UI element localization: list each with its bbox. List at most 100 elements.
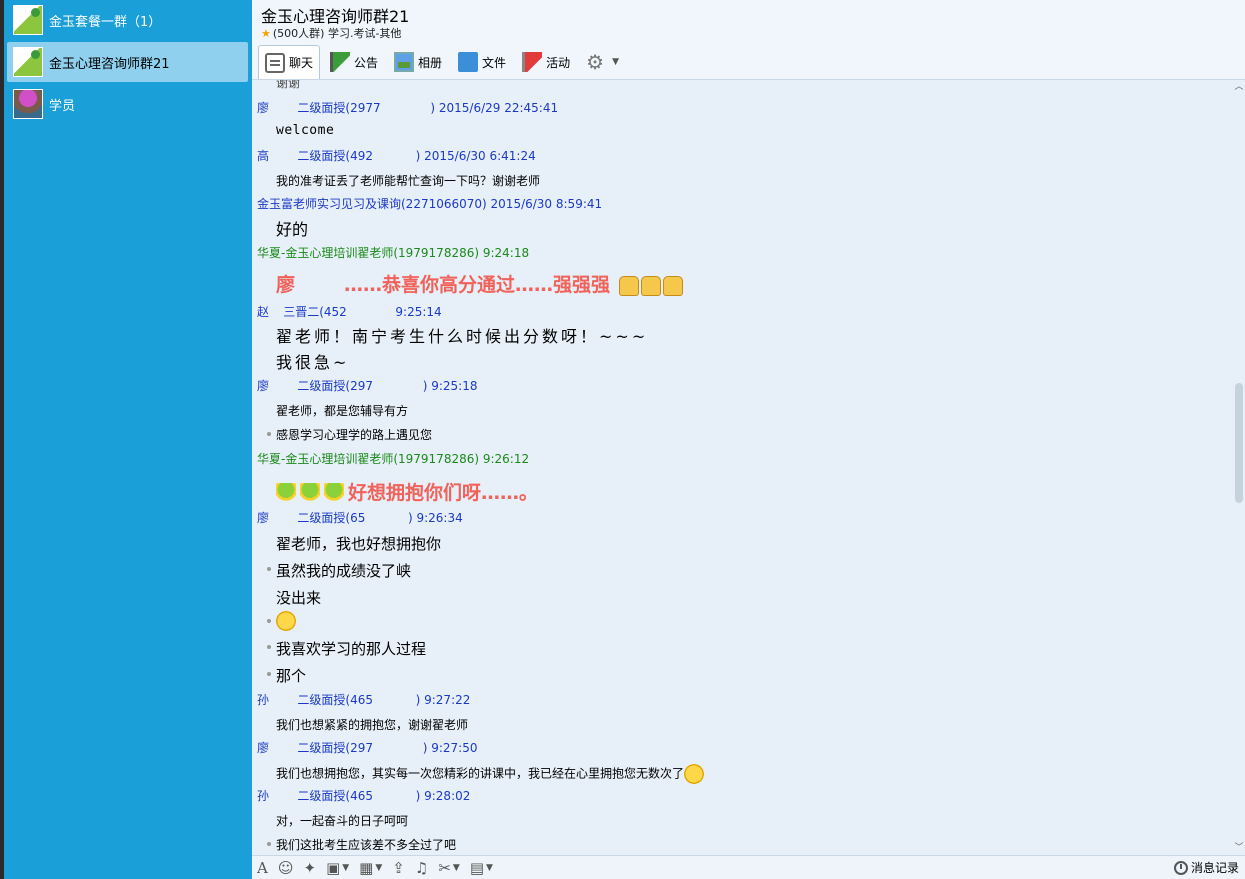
thumbs-up-icon: [662, 275, 683, 296]
sender-group: 二级面授(465: [297, 789, 374, 803]
conversation-item-student[interactable]: 学员: [7, 84, 248, 124]
tab-chat[interactable]: 聊天: [258, 45, 321, 79]
chat-header: 金玉心理咨询师群21 ★ (500人群) 学习.考试-其他 聊天 公告 相册 文…: [252, 0, 1245, 80]
notice-flag-icon: [330, 52, 351, 72]
message-sender: 赵xx三晋二(452xxxxxx 9:25:14: [257, 303, 442, 320]
group-logo-icon: [13, 5, 43, 35]
bullet-dot: [267, 619, 271, 623]
scroll-up-icon[interactable]: ︿: [1233, 82, 1245, 92]
sender-group: 二级面授(465: [297, 693, 374, 707]
clock-icon: [1173, 860, 1188, 875]
scissors-icon[interactable]: ✂ ▼: [433, 857, 465, 879]
emoji-icon[interactable]: ☺: [273, 857, 299, 879]
message-time: 9:26:12: [479, 452, 530, 466]
message-text: 好的: [276, 220, 309, 239]
message-sender: 廖xxxx二级面授(65xxxxxx) 9:26:34: [257, 509, 463, 526]
redacted-block: xxxxxx: [346, 305, 390, 319]
redacted-block: xxxx: [269, 101, 298, 115]
conversation-item-group1[interactable]: 金玉套餐一群（1）: [7, 0, 248, 40]
image-icon[interactable]: ▦ ▼: [354, 857, 387, 879]
music-icon[interactable]: ♫: [410, 857, 433, 879]
sender-group: 二级面授(297: [297, 379, 374, 393]
upload-icon[interactable]: ⇪: [387, 857, 410, 879]
sender-group: 二级面授(2977: [297, 101, 381, 115]
message-text: 我们也想拥抱您，其实每一次您精彩的讲课中，我已经在心里拥抱您无数次了: [276, 764, 705, 784]
message-history-button[interactable]: 消息记录: [1173, 859, 1239, 876]
redacted-block: xxxx: [269, 149, 298, 163]
settings-menu-button[interactable]: ⚙ ▼: [580, 46, 625, 78]
conversation-name: 金玉心理咨询师群21: [49, 56, 170, 72]
sender-name: 华夏-金玉心理培训翟老师(1979178286): [257, 452, 480, 466]
gear-icon: ⚙: [586, 50, 605, 74]
redacted-block: xxxxxx: [365, 511, 408, 525]
group-info-text: (500人群) 学习.考试-其他: [272, 27, 402, 40]
message-text: 没出来: [276, 589, 322, 607]
tab-files[interactable]: 文件: [452, 46, 512, 78]
redacted-block: xxxxxx: [373, 149, 416, 163]
chat-toolbar: 聊天 公告 相册 文件 活动 ⚙ ▼: [258, 45, 629, 79]
tab-label: 聊天: [289, 56, 314, 70]
frog-emoji-icon: [300, 482, 320, 505]
star-icon: ★: [261, 26, 271, 40]
font-icon[interactable]: A: [252, 857, 273, 879]
message-text-highlight: 好想拥抱你们呀……。: [276, 478, 538, 505]
redacted-block: xxxx: [269, 511, 298, 525]
message-time: ) 9:25:18: [422, 379, 478, 393]
chat-icon: [265, 52, 285, 73]
scroll-down-icon[interactable]: ﹀: [1233, 843, 1245, 853]
message-text: welcome: [276, 123, 335, 138]
message-text-clipped: 谢谢: [276, 80, 301, 90]
message-sender: 华夏-金玉心理培训翟老师(1979178286) 9:26:12: [257, 450, 529, 467]
conversation-sidebar: 金玉套餐一群（1） 金玉心理咨询师群21 学员: [4, 0, 252, 879]
user-photo-icon: [13, 89, 43, 119]
tab-notice[interactable]: 公告: [324, 46, 384, 78]
history-label: 消息记录: [1190, 861, 1239, 875]
redacted-block: xxxx: [295, 274, 345, 296]
message-sender: 金玉富老师实习见习及课询(2271066070) 2015/6/30 8:59:…: [257, 195, 602, 212]
message-list[interactable]: 谢谢 廖xxxx二级面授(2977xxxxxxx) 2015/6/29 22:4…: [252, 80, 1233, 855]
conversation-item-group21[interactable]: 金玉心理咨询师群21: [7, 42, 248, 82]
frog-emoji-icon: [276, 482, 296, 505]
message-text: 我很急~: [276, 353, 350, 372]
sender-group: 二级面授(297: [297, 741, 374, 755]
tab-label: 活动: [546, 55, 571, 70]
tab-events[interactable]: 活动: [516, 46, 576, 78]
message-sender: 孙xxxx二级面授(465xxxxxx) 9:27:22: [257, 691, 470, 708]
magic-wand-icon[interactable]: ✦: [298, 857, 321, 879]
bullet-dot: [267, 432, 271, 436]
redacted-block: xxxx: [269, 789, 298, 803]
message-fragment: 好想拥抱你们呀……。: [348, 482, 539, 504]
message-text: 我们这批考生应该差不多全过了吧: [276, 838, 457, 852]
message-sender: 华夏-金玉心理培训翟老师(1979178286) 9:24:18: [257, 244, 529, 261]
group-title: 金玉心理咨询师群21: [261, 7, 410, 26]
scroll-thumb[interactable]: [1235, 383, 1243, 503]
tab-album[interactable]: 相册: [388, 46, 448, 78]
input-toolbar: A ☺ ✦ ▣ ▼ ▦ ▼ ⇪ ♫ ✂ ▼ ▤ ▼ 消息记录: [252, 855, 1245, 879]
message-text: 那个: [276, 667, 307, 685]
chat-window: 金玉心理咨询师群21 ★ (500人群) 学习.考试-其他 聊天 公告 相册 文…: [252, 0, 1245, 879]
message-text: 我喜欢学习的那人过程: [276, 640, 427, 658]
tongue-emoji-icon: [684, 764, 705, 784]
message-sender: 高xxxx二级面授(492xxxxxx) 2015/6/30 6:41:24: [257, 147, 536, 164]
group-info: ★ (500人群) 学习.考试-其他: [261, 25, 401, 41]
event-flag-icon: [522, 52, 543, 72]
screenshot-icon[interactable]: ▣ ▼: [321, 857, 354, 879]
message-time: ) 9:27:50: [422, 741, 478, 755]
message-time: 9:25:14: [395, 305, 442, 319]
sender-name: 廖: [257, 379, 270, 393]
sender-name: 赵: [257, 305, 270, 319]
thumbs-up-icon: [640, 275, 661, 296]
sender-name: 孙: [257, 789, 270, 803]
more-icon[interactable]: ▤ ▼: [465, 857, 498, 879]
sender-name: 华夏-金玉心理培训翟老师(1979178286): [257, 246, 480, 260]
redacted-block: xxxx: [269, 379, 298, 393]
smile-emoji-icon: [276, 611, 296, 631]
bullet-dot: [267, 645, 271, 649]
sender-name: 高: [257, 149, 270, 163]
message-fragment: 我们也想拥抱您，其实每一次您精彩的讲课中，我已经在心里拥抱您无数次了: [276, 766, 685, 781]
message-text-highlight: 廖xxxx……恭喜你高分通过……强强强: [276, 270, 683, 297]
redacted-block: xxxx: [269, 741, 298, 755]
message-sender: 孙xxxx二级面授(465xxxxxx) 9:28:02: [257, 787, 470, 804]
redacted-block: xxxxxxx: [373, 741, 423, 755]
message-scrollbar[interactable]: ︿ ﹀: [1233, 80, 1245, 855]
